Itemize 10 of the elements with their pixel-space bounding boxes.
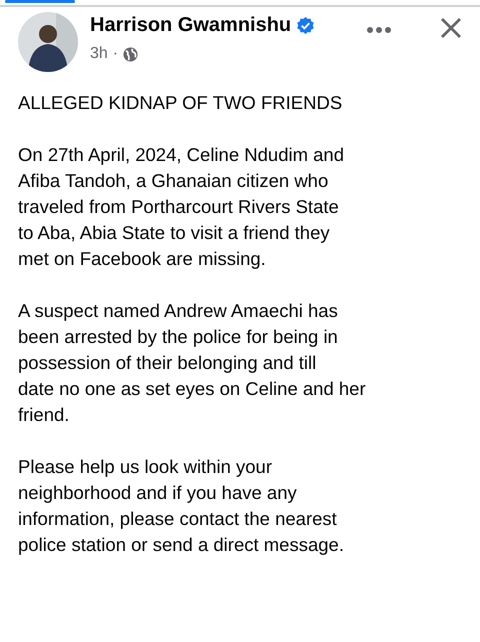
separator: · [112,45,118,63]
post-paragraph: ALLEGED KIDNAP OF TWO FRIENDS [18,91,344,115]
post-paragraph: Please help us look within your neighborhood and if you have any information, please contact the nearest police station or send a direct message. [18,455,345,557]
author-name[interactable]: Harrison Gwamnishu [90,14,292,37]
close-icon[interactable] [440,17,462,39]
post-paragraph: A suspect named Andrew Amaechi has been arrested by the police for being in possession of their belonging and till date no one as set eyes on Celine and her friend. [18,299,367,427]
post-paragraph: On 27th April, 2024, Celine Ndudim and Afiba Tandoh, a Ghanaian citizen who traveled from Portharcourt Rivers State to Aba, Abia State to visit a friend they met on Facebook are missing. [18,143,346,271]
post-time: 3h [90,45,108,63]
more-options-icon[interactable] [366,26,392,34]
globe-icon [123,46,138,62]
